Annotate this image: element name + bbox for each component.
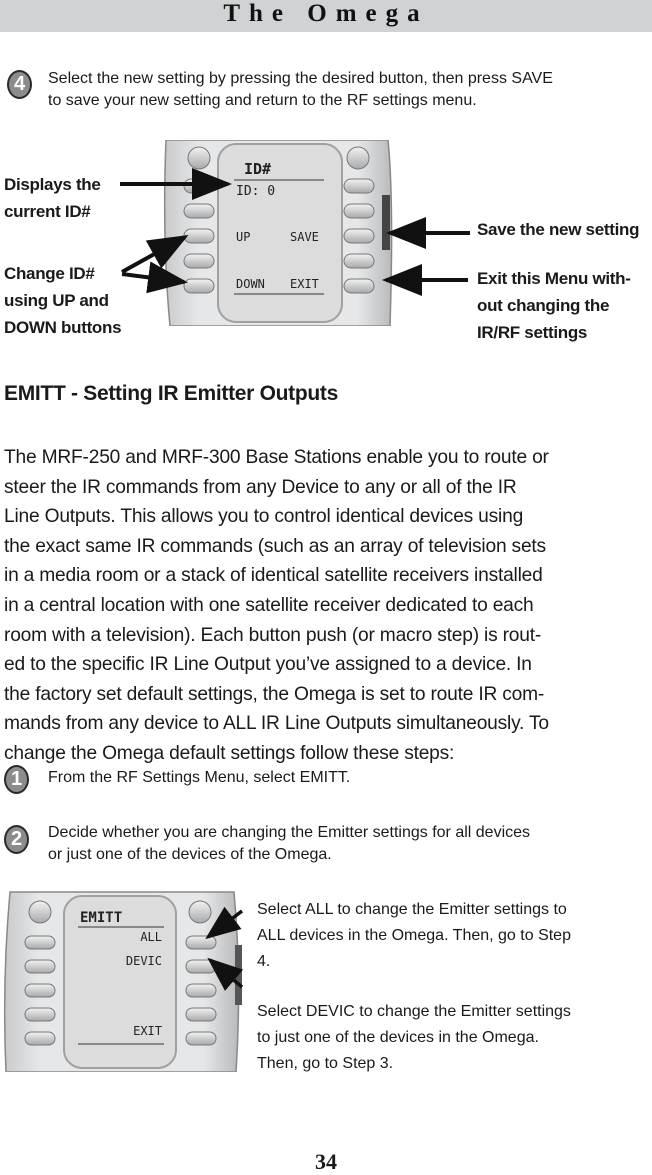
left-button-4[interactable]	[24, 1007, 56, 1022]
step-4-text: Select the new setting by pressing the d…	[48, 68, 553, 112]
left-button-1[interactable]	[24, 935, 56, 950]
body-paragraph: The MRF-250 and MRF-300 Base Stations en…	[4, 443, 652, 769]
note-line: ALL devices in the Omega. Then, go to St…	[257, 927, 571, 944]
page-number: 34	[315, 1149, 337, 1174]
left-button-3[interactable]	[24, 983, 56, 998]
step-4-line: to save your new setting and return to t…	[48, 92, 477, 109]
step-1-text: From the RF Settings Menu, select EMITT.	[48, 767, 350, 789]
note-line: Select DEVIC to change the Emitter setti…	[257, 1003, 571, 1020]
note-line: Select ALL to change the Emitter setting…	[257, 901, 567, 918]
paragraph-line: steer the IR commands from any Device to…	[4, 476, 517, 498]
paragraph-line: in a central location with one satellite…	[4, 594, 534, 616]
figure2-arrows	[205, 906, 244, 992]
step-2-badge: 2	[4, 825, 29, 854]
lcd-option-exit: EXIT	[133, 1024, 162, 1038]
callout-line: Exit this Menu with-	[477, 269, 631, 288]
callout-line: IR/RF settings	[477, 323, 588, 342]
paragraph-line: in a media room or a stack of identical …	[4, 565, 543, 587]
callout-line: Change ID#	[4, 264, 95, 283]
callout-line: Displays the	[4, 175, 101, 194]
right-button-exit[interactable]	[185, 1031, 217, 1046]
callout-save-setting: Save the new setting	[477, 216, 639, 243]
paragraph-line: mands from any device to ALL IR Line Out…	[4, 713, 549, 735]
paragraph-line: room with a television). Each button pus…	[4, 624, 542, 646]
callout-line: out changing the	[477, 296, 610, 315]
arrow-change-down	[121, 261, 188, 294]
paragraph-line: the exact same IR commands (such as an a…	[4, 535, 546, 557]
arrow-change-up	[121, 235, 189, 274]
callout-line: DOWN buttons	[4, 318, 122, 337]
callout-line: Save the new setting	[477, 220, 640, 239]
step-4-badge: 4	[7, 70, 32, 99]
note-line: Then, go to Step 3.	[257, 1055, 394, 1072]
page-header-title: The Omega	[223, 0, 429, 27]
arrow-devic	[207, 957, 244, 992]
step-2-text: Decide whether you are changing the Emit…	[48, 822, 530, 866]
right-button-4[interactable]	[185, 1007, 217, 1022]
left-button-2[interactable]	[24, 959, 56, 974]
paragraph-line: Line Outputs. This allows you to control…	[4, 506, 524, 528]
callout-displays-id: Displays the current ID#	[4, 171, 101, 225]
callout-exit-menu: Exit this Menu with- out changing the IR…	[477, 265, 631, 346]
paragraph-line: the factory set default settings, the Om…	[4, 683, 545, 705]
callout-line: current ID#	[4, 202, 91, 221]
left-round-button[interactable]	[28, 900, 52, 924]
arrow-all	[205, 906, 244, 940]
note-select-all: Select ALL to change the Emitter setting…	[257, 897, 571, 975]
paragraph-line: change the Omega default settings follow…	[4, 742, 455, 764]
paragraph-line: The MRF-250 and MRF-300 Base Stations en…	[4, 447, 549, 468]
section-heading: EMITT - Setting IR Emitter Outputs	[4, 382, 338, 405]
note-line: to just one of the devices in the Omega.	[257, 1029, 539, 1046]
step-4-line: Select the new setting by pressing the d…	[48, 70, 553, 87]
lcd-option-all: ALL	[140, 930, 162, 944]
step-1-badge: 1	[4, 765, 29, 794]
callout-change-id: Change ID# using UP and DOWN buttons	[4, 260, 122, 341]
note-line: 4.	[257, 953, 271, 970]
step-2-line: or just one of the devices of the Omega.	[48, 846, 332, 863]
note-select-devic: Select DEVIC to change the Emitter setti…	[257, 999, 571, 1077]
paragraph-line: ed to the specific IR Line Output you’ve…	[4, 654, 532, 676]
left-button-5[interactable]	[24, 1031, 56, 1046]
lcd-option-devic: DEVIC	[126, 954, 162, 968]
step-1-line: From the RF Settings Menu, select EMITT.	[48, 769, 351, 786]
step-2-line: Decide whether you are changing the Emit…	[48, 824, 531, 841]
callout-line: using UP and	[4, 291, 109, 310]
lcd-title: EMITT	[80, 910, 122, 926]
